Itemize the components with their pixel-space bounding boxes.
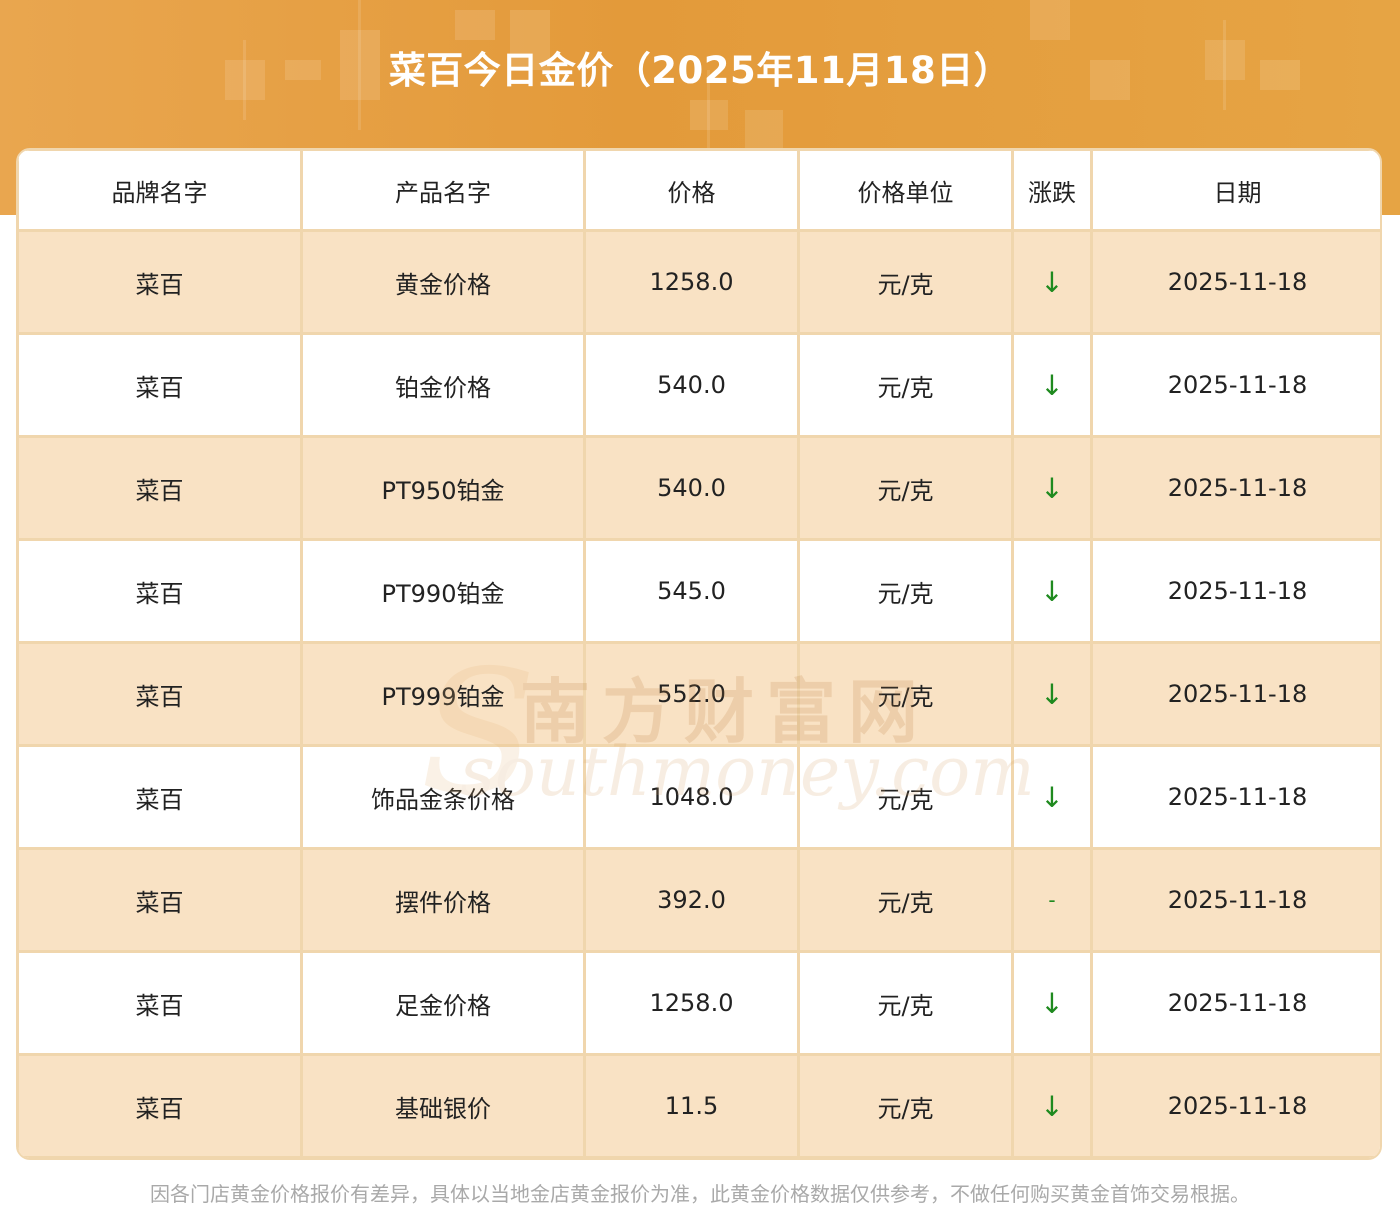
cell-product: PT990铂金 — [300, 538, 586, 644]
table-row: 菜百 PT999铂金 552.0 元/克 ↓ 2025-11-18 — [18, 641, 1380, 747]
table-row: 菜百 饰品金条价格 1048.0 元/克 ↓ 2025-11-18 — [18, 744, 1380, 850]
cell-change-down-arrow-icon: ↓ — [1011, 435, 1093, 541]
cell-price: 552.0 — [583, 641, 800, 747]
table-row: 菜百 PT950铂金 540.0 元/克 ↓ 2025-11-18 — [18, 435, 1380, 541]
cell-change-down-arrow-icon: ↓ — [1011, 744, 1093, 850]
cell-product: 足金价格 — [300, 950, 586, 1056]
cell-product: 基础银价 — [300, 1053, 586, 1158]
cell-price: 392.0 — [583, 847, 800, 953]
cell-brand: 菜百 — [18, 847, 303, 953]
cell-brand: 菜百 — [18, 950, 303, 1056]
cell-date: 2025-11-18 — [1090, 950, 1380, 1056]
cell-brand: 菜百 — [18, 435, 303, 541]
cell-price: 1048.0 — [583, 744, 800, 850]
table-row: 菜百 基础银价 11.5 元/克 ↓ 2025-11-18 — [18, 1053, 1380, 1158]
cell-price: 1258.0 — [583, 950, 800, 1056]
cell-product: PT999铂金 — [300, 641, 586, 747]
column-header-change: 涨跌 — [1011, 150, 1093, 232]
cell-change-down-arrow-icon: ↓ — [1011, 229, 1093, 335]
cell-unit: 元/克 — [797, 435, 1014, 541]
cell-price: 540.0 — [583, 435, 800, 541]
cell-price: 545.0 — [583, 538, 800, 644]
cell-brand: 菜百 — [18, 332, 303, 438]
cell-date: 2025-11-18 — [1090, 744, 1380, 850]
cell-date: 2025-11-18 — [1090, 332, 1380, 438]
cell-unit: 元/克 — [797, 641, 1014, 747]
cell-date: 2025-11-18 — [1090, 229, 1380, 335]
column-header-date: 日期 — [1090, 150, 1380, 232]
cell-date: 2025-11-18 — [1090, 538, 1380, 644]
cell-change-down-arrow-icon: ↓ — [1011, 1053, 1093, 1158]
column-header-unit: 价格单位 — [797, 150, 1014, 232]
column-header-product: 产品名字 — [300, 150, 586, 232]
cell-brand: 菜百 — [18, 229, 303, 335]
table-header-row: 品牌名字 产品名字 价格 价格单位 涨跌 日期 — [18, 150, 1380, 232]
cell-date: 2025-11-18 — [1090, 1053, 1380, 1158]
table-row: 菜百 黄金价格 1258.0 元/克 ↓ 2025-11-18 — [18, 229, 1380, 335]
cell-unit: 元/克 — [797, 332, 1014, 438]
cell-change-down-arrow-icon: ↓ — [1011, 538, 1093, 644]
cell-price: 1258.0 — [583, 229, 800, 335]
cell-unit: 元/克 — [797, 538, 1014, 644]
cell-brand: 菜百 — [18, 641, 303, 747]
table-row: 菜百 PT990铂金 545.0 元/克 ↓ 2025-11-18 — [18, 538, 1380, 644]
cell-unit: 元/克 — [797, 1053, 1014, 1158]
cell-product: PT950铂金 — [300, 435, 586, 541]
table-row: 菜百 足金价格 1258.0 元/克 ↓ 2025-11-18 — [18, 950, 1380, 1056]
cell-brand: 菜百 — [18, 744, 303, 850]
table-row: 菜百 摆件价格 392.0 元/克 - 2025-11-18 — [18, 847, 1380, 953]
cell-price: 540.0 — [583, 332, 800, 438]
price-table: 品牌名字 产品名字 价格 价格单位 涨跌 日期 菜百 黄金价格 1258.0 元… — [18, 150, 1380, 1158]
table-row: 菜百 铂金价格 540.0 元/克 ↓ 2025-11-18 — [18, 332, 1380, 438]
column-header-price: 价格 — [583, 150, 800, 232]
cell-unit: 元/克 — [797, 847, 1014, 953]
cell-product: 黄金价格 — [300, 229, 586, 335]
cell-price: 11.5 — [583, 1053, 800, 1158]
page-title: 菜百今日金价（2025年11月18日） — [388, 49, 1012, 92]
column-header-brand: 品牌名字 — [18, 150, 303, 232]
cell-unit: 元/克 — [797, 229, 1014, 335]
cell-date: 2025-11-18 — [1090, 847, 1380, 953]
cell-change-down-arrow-icon: ↓ — [1011, 332, 1093, 438]
cell-brand: 菜百 — [18, 1053, 303, 1158]
cell-date: 2025-11-18 — [1090, 641, 1380, 747]
disclaimer-footnote: 因各门店黄金价格报价有差异，具体以当地金店黄金报价为准，此黄金价格数据仅供参考，… — [150, 1182, 1250, 1206]
cell-product: 铂金价格 — [300, 332, 586, 438]
cell-date: 2025-11-18 — [1090, 435, 1380, 541]
cell-unit: 元/克 — [797, 950, 1014, 1056]
cell-product: 摆件价格 — [300, 847, 586, 953]
cell-product: 饰品金条价格 — [300, 744, 586, 850]
cell-change-down-arrow-icon: ↓ — [1011, 950, 1093, 1056]
cell-change-flat-icon: - — [1011, 847, 1093, 953]
cell-change-down-arrow-icon: ↓ — [1011, 641, 1093, 747]
cell-brand: 菜百 — [18, 538, 303, 644]
price-table-card: 品牌名字 产品名字 价格 价格单位 涨跌 日期 菜百 黄金价格 1258.0 元… — [16, 148, 1382, 1160]
cell-unit: 元/克 — [797, 744, 1014, 850]
